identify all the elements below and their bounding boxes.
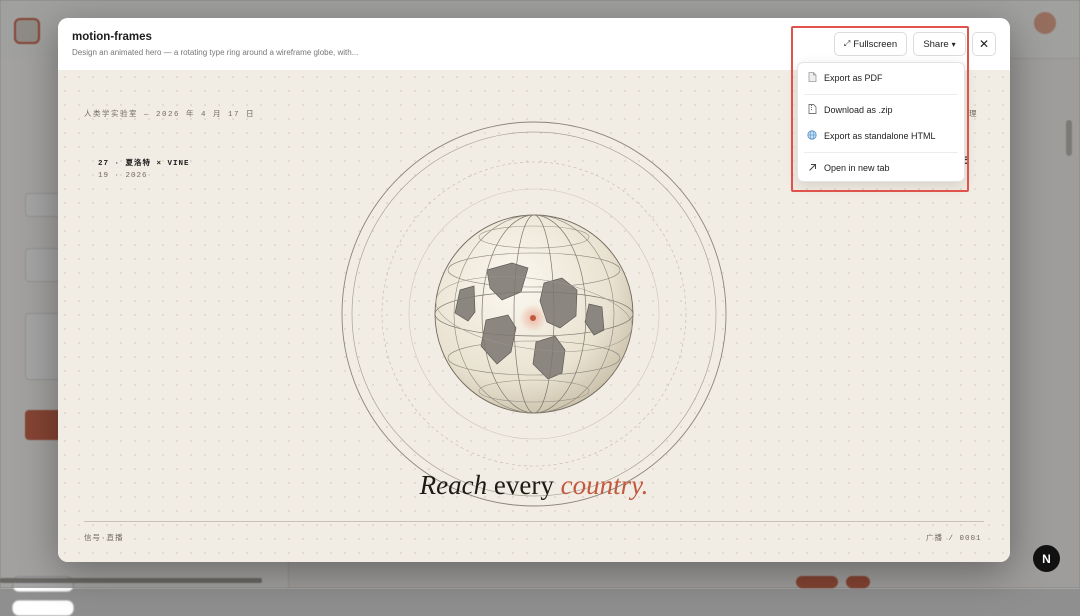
- footer-right-label: 广播 / 0001: [926, 535, 982, 543]
- menu-item-download-zip[interactable]: Download as .zip: [798, 99, 964, 121]
- headline-accent-word: country.: [560, 470, 649, 500]
- caret-down-icon: ▾: [951, 39, 956, 49]
- close-icon: ✕: [978, 37, 990, 51]
- menu-item-label: Open in new tab: [824, 163, 890, 173]
- header-right-text: 理: [969, 109, 977, 118]
- wireframe-globe-illustration: [341, 121, 727, 507]
- close-button[interactable]: ✕: [972, 32, 996, 56]
- share-label: Share: [923, 38, 949, 50]
- fullscreen-button[interactable]: ⤢ Fullscreen: [834, 32, 907, 56]
- footer-divider: [84, 521, 984, 522]
- menu-divider: [804, 152, 958, 153]
- publication-date: 19 · 2026: [98, 172, 148, 180]
- footer-left-label: 信号·直播: [84, 535, 124, 543]
- fullscreen-label: Fullscreen: [853, 38, 898, 50]
- zip-icon: [805, 104, 819, 116]
- menu-item-label: Download as .zip: [824, 105, 893, 115]
- headline-word: every: [493, 470, 554, 500]
- date-line: 人类学实验室 — 2026 年 4 月 17 日: [84, 111, 256, 119]
- expand-icon: ⤢: [843, 39, 851, 48]
- nextjs-badge[interactable]: N: [1033, 545, 1060, 572]
- menu-item-export-pdf[interactable]: Export as PDF: [798, 67, 964, 89]
- menu-item-export-html[interactable]: Export as standalone HTML: [798, 125, 964, 147]
- publication-line: 27 · 夏洛特 × VINE: [98, 160, 190, 168]
- menu-item-label: Export as standalone HTML: [824, 131, 936, 141]
- globe-icon: [805, 130, 819, 142]
- menu-item-label: Export as PDF: [824, 73, 883, 83]
- file-icon: [805, 72, 819, 84]
- arrow-up-right-icon: [805, 163, 819, 174]
- location-marker-dot: [530, 315, 536, 321]
- menu-divider: [804, 94, 958, 95]
- share-dropdown-menu: Export as PDF Download as .zip Export as…: [797, 62, 965, 182]
- modal-subtitle: Design an animated hero — a rotating typ…: [72, 48, 359, 57]
- menu-item-open-new-tab[interactable]: Open in new tab: [798, 157, 964, 179]
- modal-title: motion-frames: [72, 31, 152, 43]
- share-button[interactable]: Share ▾: [913, 32, 966, 56]
- background-pill: [12, 600, 74, 616]
- hero-headline: Reach every country.: [58, 470, 1010, 501]
- headline-word: Reach: [419, 470, 488, 500]
